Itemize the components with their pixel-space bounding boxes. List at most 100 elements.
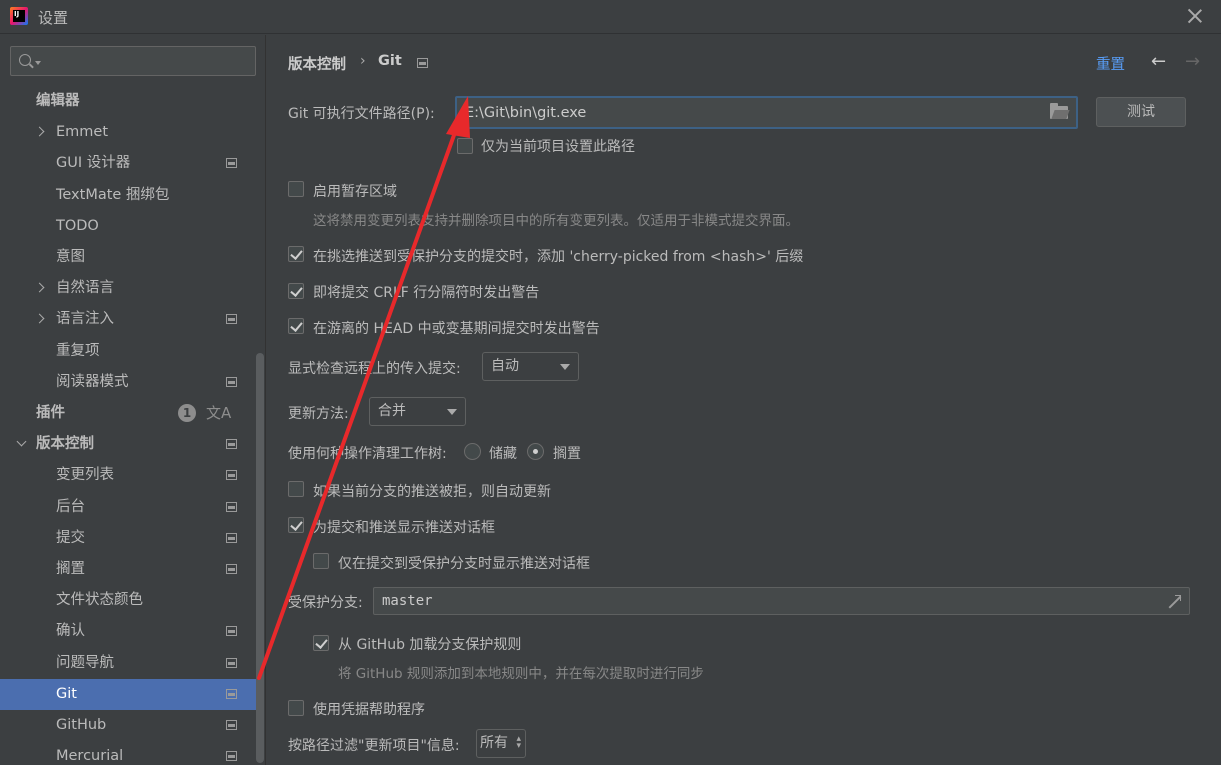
sidebar-item-label: 后台 (56, 498, 85, 515)
project-scope-icon (226, 720, 237, 730)
clean-stash-label: 储藏 (489, 446, 517, 462)
browse-folder-icon[interactable] (1050, 103, 1068, 119)
sidebar-item[interactable]: 插件 1 文A (0, 398, 256, 429)
sidebar-item[interactable]: 意图 (0, 242, 256, 273)
forward-arrow-icon[interactable]: → (1185, 53, 1200, 71)
update-count-badge: 1 (178, 404, 196, 422)
intellij-idea-icon: IJ (10, 7, 28, 25)
project-scope-icon (226, 501, 237, 512)
project-only-label: 仅为当前项目设置此路径 (481, 139, 635, 155)
credential-helper-checkbox[interactable] (288, 700, 304, 716)
sidebar-item[interactable]: 确认 (0, 616, 256, 647)
update-method-select[interactable]: 合并 (369, 397, 466, 426)
sidebar-item[interactable]: 语言注入 (0, 304, 256, 335)
sidebar-item-label: Emmet (56, 124, 109, 141)
staging-area-hint: 这将禁用变更列表支持并删除项目中的所有变更列表。仅适用于非模式提交界面。 (313, 213, 799, 229)
sidebar-item[interactable]: 阅读器模式 (0, 367, 256, 398)
sidebar-item-label: Mercurial (56, 748, 124, 765)
sidebar-item-label: TODO (56, 217, 99, 234)
protected-branches-field[interactable] (373, 587, 1190, 615)
cherry-pick-label: 在挑选推送到受保护分支的提交时，添加 'cherry-picked from <… (313, 249, 804, 265)
sidebar-item-label: GitHub (56, 717, 107, 733)
sidebar-item[interactable]: GitHub (0, 710, 256, 741)
incoming-commits-value: 自动 (491, 358, 519, 374)
sidebar-item[interactable]: TODO (0, 211, 256, 242)
project-scope-icon (226, 626, 237, 637)
test-button[interactable]: 测试 (1096, 97, 1186, 127)
chevron-right-icon[interactable] (34, 313, 45, 324)
project-scope-icon (226, 158, 237, 169)
project-only-checkbox[interactable] (457, 138, 473, 154)
auto-update-checkbox[interactable] (288, 481, 304, 497)
git-path-field[interactable] (455, 96, 1078, 129)
update-method-label: 更新方法: (288, 406, 349, 422)
load-github-rules-checkbox[interactable] (313, 635, 329, 651)
chevron-down-icon[interactable] (16, 436, 27, 447)
search-input[interactable] (45, 51, 245, 71)
chevron-right-icon[interactable] (34, 126, 45, 137)
breadcrumb-current: Git (378, 53, 402, 69)
show-push-dialog-label: 为提交和推送显示推送对话框 (313, 520, 495, 536)
reset-link[interactable]: 重置 (1096, 53, 1125, 74)
auto-update-label: 如果当前分支的推送被拒，则自动更新 (313, 484, 551, 500)
project-scope-icon (226, 376, 237, 387)
sidebar-item-label: Git (56, 685, 77, 702)
expand-icon[interactable] (1168, 595, 1181, 608)
git-settings-panel: 版本控制 › Git 重置 ← → Git 可执行文件路径(P): 测试 仅为当… (267, 35, 1221, 765)
credential-helper-label: 使用凭据帮助程序 (313, 702, 425, 718)
title-bar: IJ 设置 (0, 0, 1221, 34)
incoming-commits-label: 显式检查远程上的传入提交: (288, 361, 461, 377)
crlf-warn-checkbox[interactable] (288, 283, 304, 299)
incoming-commits-select[interactable]: 自动 (482, 352, 579, 381)
push-protected-only-checkbox[interactable] (313, 553, 329, 569)
sidebar-item-label: 自然语言 (56, 280, 114, 297)
project-scope-icon (226, 532, 237, 543)
sidebar-item-label: 问题导航 (56, 654, 114, 671)
search-options-caret-icon[interactable] (35, 61, 41, 65)
show-push-dialog-checkbox[interactable] (288, 517, 304, 533)
sidebar-item[interactable]: 后台 (0, 492, 256, 523)
chevron-right-icon[interactable] (34, 282, 45, 293)
sidebar-item[interactable]: Emmet (0, 117, 256, 148)
project-scope-icon (226, 314, 237, 325)
sidebar-item[interactable]: 搁置 (0, 554, 256, 585)
sidebar-item[interactable]: 重复项 (0, 336, 256, 367)
sidebar-item[interactable]: 编辑器 (0, 86, 256, 117)
sidebar-item[interactable]: 自然语言 (0, 273, 256, 304)
sidebar-item[interactable]: TextMate 捆绑包 (0, 180, 256, 211)
git-path-input[interactable] (465, 102, 1035, 124)
git-path-label: Git 可执行文件路径(P): (288, 106, 435, 122)
staging-area-checkbox[interactable] (288, 181, 304, 197)
clean-stash-radio[interactable] (464, 443, 481, 460)
sidebar-item-label: 提交 (56, 529, 85, 546)
sidebar-item[interactable]: 文件状态颜色 (0, 585, 256, 616)
detached-head-checkbox[interactable] (288, 318, 304, 334)
sidebar-item-label: 语言注入 (56, 311, 114, 328)
clean-shelve-label: 搁置 (553, 446, 581, 462)
load-github-rules-label: 从 GitHub 加载分支保护规则 (338, 637, 522, 653)
settings-search[interactable] (10, 46, 256, 76)
protected-branches-input[interactable] (382, 591, 1142, 611)
sidebar-item[interactable]: 版本控制 (0, 429, 256, 460)
sidebar-item-label: 重复项 (56, 342, 100, 359)
sidebar-scrollbar[interactable] (256, 353, 264, 763)
sidebar-item-label: 变更列表 (56, 467, 114, 484)
breadcrumb-separator: › (360, 53, 366, 69)
sidebar-item[interactable]: 问题导航 (0, 648, 256, 679)
clean-shelve-radio[interactable] (527, 443, 544, 460)
sidebar-item[interactable]: GUI 设计器 (0, 148, 256, 179)
sidebar-item[interactable]: 变更列表 (0, 460, 256, 491)
filter-update-info-select[interactable]: 所有 ▴ ▾ (476, 729, 526, 758)
project-scope-icon (226, 688, 237, 699)
cherry-pick-checkbox[interactable] (288, 246, 304, 262)
load-github-rules-hint: 将 GitHub 规则添加到本地规则中，并在每次提取时进行同步 (338, 666, 704, 682)
settings-sidebar: 编辑器 Emmet GUI 设计器 TextMate 捆绑包 TODO 意图自然语言语言注… (0, 35, 266, 765)
close-icon[interactable] (1185, 6, 1205, 26)
breadcrumb-parent[interactable]: 版本控制 (288, 53, 346, 74)
back-arrow-icon[interactable]: ← (1151, 53, 1166, 71)
window-title: 设置 (38, 9, 69, 27)
crlf-warn-label: 即将提交 CRLF 行分隔符时发出警告 (313, 285, 540, 301)
sidebar-item[interactable]: Git (0, 678, 256, 710)
sidebar-item[interactable]: 提交 (0, 523, 256, 554)
sidebar-item[interactable]: Mercurial (0, 741, 256, 765)
